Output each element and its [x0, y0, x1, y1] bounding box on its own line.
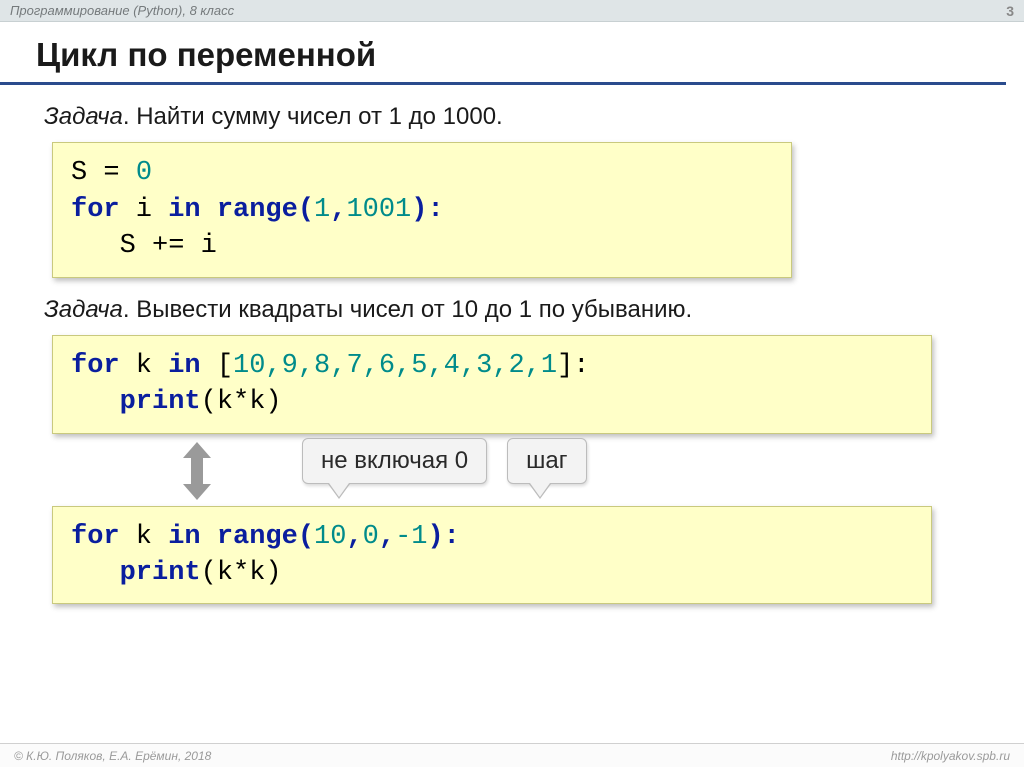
arrow-area: не включая 0 шаг — [44, 450, 988, 502]
code1-l2a: for — [71, 195, 120, 225]
code1-l2h: ): — [411, 195, 443, 225]
topbar-page-number: 3 — [1006, 3, 1014, 19]
code3-n3: -1 — [395, 522, 427, 552]
callout-step: шаг — [507, 438, 586, 484]
code-box-2: for k in [10,9,8,7,6,5,4,3,2,1]: print(k… — [52, 335, 932, 434]
code1-l3: S += i — [71, 231, 217, 261]
code3-c2: , — [379, 522, 395, 552]
slide-title: Цикл по переменной — [0, 22, 1006, 85]
code3-l1b: k — [120, 522, 169, 552]
code1-l1b: 0 — [136, 158, 152, 188]
code2-l1b: k — [120, 351, 169, 381]
code3-c1: , — [346, 522, 362, 552]
code-box-3: for k in range(10,0,-1): print(k*k) — [52, 506, 932, 605]
code2-nums: 10,9,8,7,6,5,4,3,2,1 — [233, 351, 557, 381]
code3-l2a: print — [71, 558, 201, 588]
footer-copyright: © К.Ю. Поляков, Е.А. Ерёмин, 2018 — [14, 749, 211, 763]
code2-l1c: in — [168, 351, 200, 381]
code1-l2c: in — [168, 195, 200, 225]
code3-l1a: for — [71, 522, 120, 552]
code2-l1e: ]: — [557, 351, 589, 381]
code1-l2d: range( — [201, 195, 314, 225]
code3-l1e: ): — [427, 522, 459, 552]
topbar: Программирование (Python), 8 класс 3 — [0, 0, 1024, 22]
code-box-1: S = 0 for i in range(1,1001): S += i — [52, 142, 792, 277]
code1-l2f: , — [330, 195, 346, 225]
task-1: Задача. Найти сумму чисел от 1 до 1000. — [44, 101, 988, 132]
code2-l2a: print — [71, 387, 201, 417]
code1-l2g: 1001 — [346, 195, 411, 225]
footer-url: http://kpolyakov.spb.ru — [891, 749, 1010, 763]
task-2-label: Задача — [44, 296, 123, 323]
slide-body: Задача. Найти сумму чисел от 1 до 1000. … — [0, 85, 1024, 604]
code3-n1: 10 — [314, 522, 346, 552]
task-1-label: Задача — [44, 103, 123, 130]
callout-not-including-zero: не включая 0 — [302, 438, 487, 484]
code1-l1a: S = — [71, 158, 136, 188]
task-2: Задача. Вывести квадраты чисел от 10 до … — [44, 294, 988, 325]
code3-l1c: in — [168, 522, 200, 552]
code3-n2: 0 — [363, 522, 379, 552]
code2-l1a: for — [71, 351, 120, 381]
callouts: не включая 0 шаг — [302, 438, 587, 484]
code3-l2b: (k*k) — [201, 558, 282, 588]
task-1-text: . Найти сумму чисел от 1 до 1000. — [123, 103, 503, 130]
code3-l1d: range( — [201, 522, 314, 552]
slide: Программирование (Python), 8 класс 3 Цик… — [0, 0, 1024, 767]
topbar-subject: Программирование (Python), 8 класс — [10, 3, 234, 18]
code2-l1d: [ — [201, 351, 233, 381]
code1-l2b: i — [120, 195, 169, 225]
code1-l2e: 1 — [314, 195, 330, 225]
footer: © К.Ю. Поляков, Е.А. Ерёмин, 2018 http:/… — [0, 743, 1024, 767]
code2-l2b: (k*k) — [201, 387, 282, 417]
double-arrow-icon — [179, 442, 215, 500]
task-2-text: . Вывести квадраты чисел от 10 до 1 по у… — [123, 296, 692, 323]
